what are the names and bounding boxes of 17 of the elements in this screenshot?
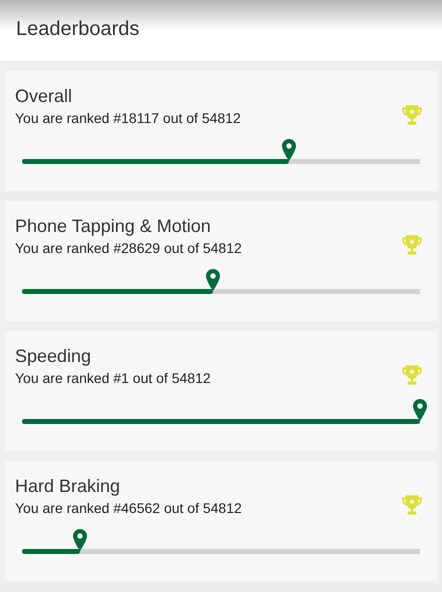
- board-title: Phone Tapping & Motion: [15, 215, 212, 237]
- map-pin-icon: [280, 139, 297, 161]
- rank-text: You are ranked #46562 out of 54812: [15, 499, 242, 518]
- board-title: Hard Braking: [15, 475, 122, 497]
- board-title: Overall: [15, 85, 74, 107]
- rank-text: You are ranked #1 out of 54812: [15, 369, 211, 388]
- page-title: Leaderboards: [16, 17, 140, 42]
- map-pin-icon: [412, 399, 428, 421]
- leaderboard-card[interactable]: Speeding You are ranked #1 out of 54812: [5, 331, 437, 451]
- map-pin-icon: [205, 269, 222, 291]
- rank-text: You are ranked #18117 out of 54812: [15, 109, 241, 128]
- leaderboard-card[interactable]: Overall You are ranked #18117 out of 54812: [5, 71, 437, 191]
- rank-text: You are ranked #28629 out of 54812: [15, 239, 242, 258]
- leaderboard-card[interactable]: Hard Braking You are ranked #46562 out of 54812: [5, 461, 437, 581]
- map-pin-icon: [72, 529, 88, 551]
- leaderboard-card[interactable]: Phone Tapping & Motion You are ranked #28629 out of 54812: [5, 201, 437, 321]
- board-title: Speeding: [15, 345, 92, 367]
